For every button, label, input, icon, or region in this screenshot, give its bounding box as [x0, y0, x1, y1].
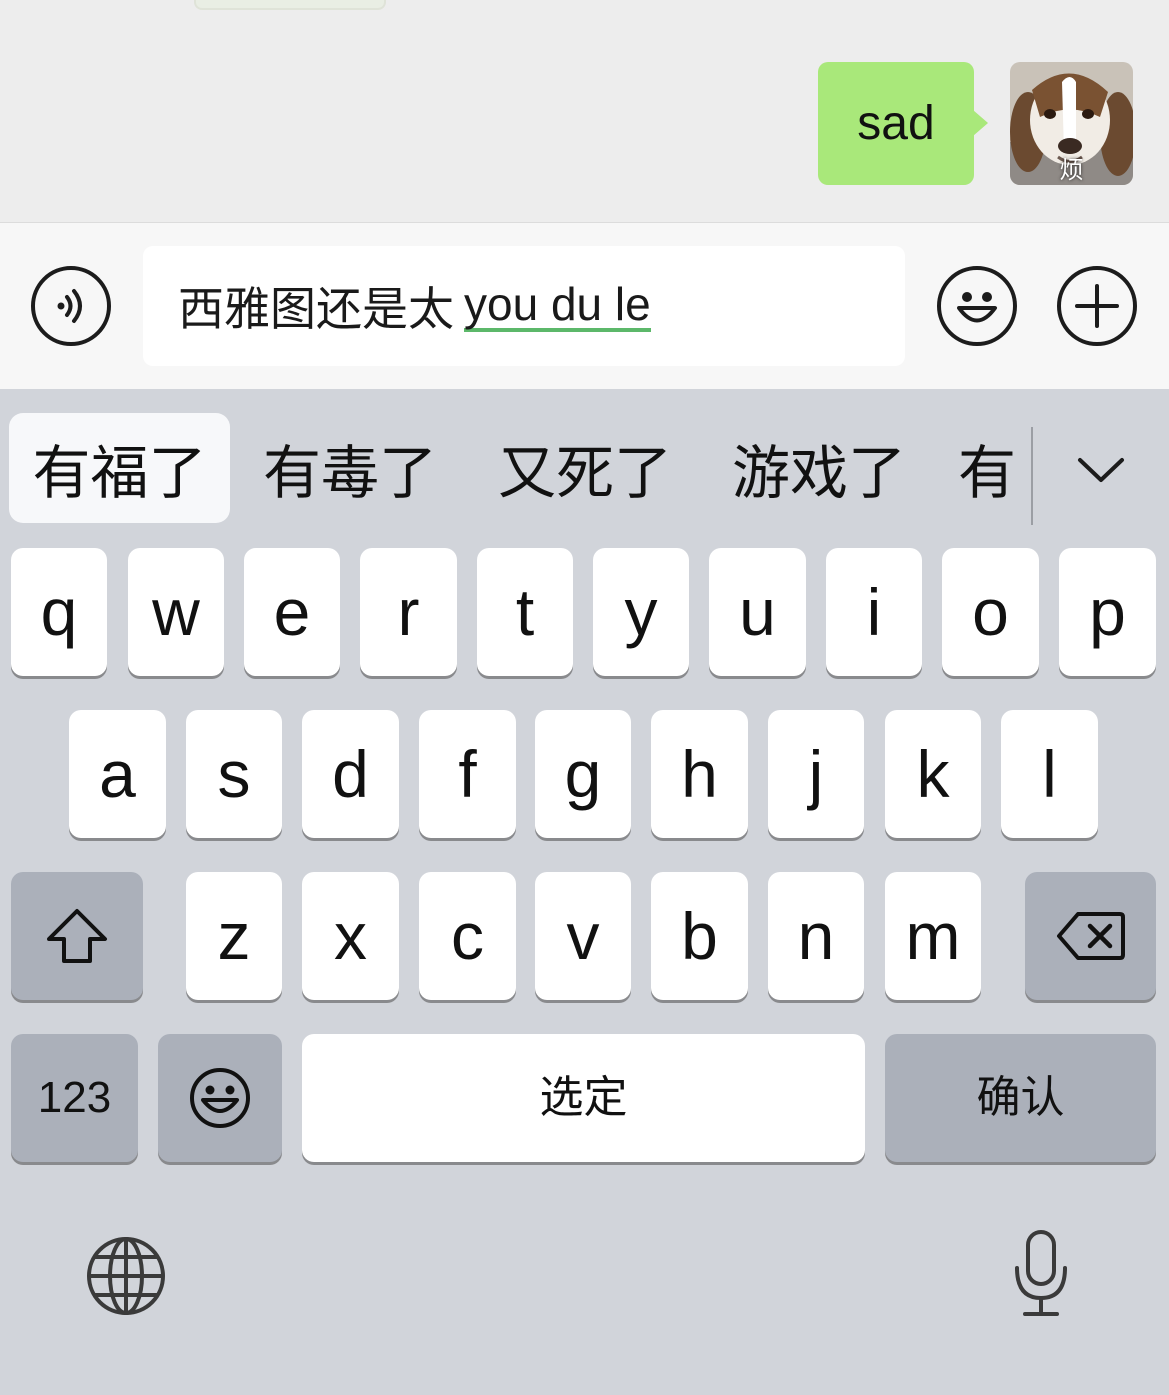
- key-q[interactable]: q: [11, 548, 107, 676]
- key-t[interactable]: t: [477, 548, 573, 676]
- emoji-keyboard-key[interactable]: [158, 1034, 282, 1162]
- key-f[interactable]: f: [419, 710, 516, 838]
- avatar-caption: 烦: [1059, 156, 1084, 184]
- key-w[interactable]: w: [128, 548, 224, 676]
- previous-message-edge: [194, 0, 386, 10]
- candidate-5[interactable]: 有: [958, 413, 1030, 523]
- input-bar: 西雅图还是太 you du le: [0, 222, 1169, 389]
- key-label: y: [624, 575, 658, 649]
- key-label: x: [334, 899, 367, 973]
- key-label: l: [1042, 737, 1057, 811]
- key-h[interactable]: h: [651, 710, 748, 838]
- key-l[interactable]: l: [1001, 710, 1098, 838]
- key-label: m: [905, 899, 961, 973]
- key-label: p: [1089, 575, 1126, 649]
- space-select-key[interactable]: 选定: [302, 1034, 865, 1162]
- avatar[interactable]: 烦: [1010, 62, 1133, 185]
- candidate-4[interactable]: 游戏了: [714, 413, 924, 523]
- candidate-label: 又死了: [497, 439, 672, 507]
- shift-icon: [47, 909, 107, 963]
- plus-icon: [1075, 284, 1119, 328]
- shift-key[interactable]: [11, 872, 143, 1000]
- candidate-label: 游戏了: [731, 439, 906, 507]
- composing-pinyin: you du le: [464, 280, 651, 333]
- expand-candidates-button[interactable]: [1066, 439, 1136, 499]
- key-p[interactable]: p: [1059, 548, 1156, 676]
- backspace-icon: [1056, 912, 1125, 960]
- message-text: sad: [857, 97, 935, 150]
- key-label: 选定: [539, 1072, 628, 1123]
- key-e[interactable]: e: [244, 548, 340, 676]
- key-d[interactable]: d: [302, 710, 399, 838]
- candidate-1[interactable]: 有福了: [9, 413, 230, 523]
- key-label: f: [458, 737, 477, 811]
- key-v[interactable]: v: [535, 872, 631, 1000]
- key-label: 123: [37, 1073, 112, 1122]
- key-b[interactable]: b: [651, 872, 748, 1000]
- numbers-key[interactable]: 123: [11, 1034, 138, 1162]
- candidate-3[interactable]: 又死了: [480, 413, 690, 523]
- sent-message-bubble[interactable]: sad: [818, 62, 988, 185]
- key-label: o: [972, 575, 1009, 649]
- confirm-key[interactable]: 确认: [885, 1034, 1156, 1162]
- chevron-down-icon: [1078, 458, 1124, 482]
- emoji-button[interactable]: [937, 266, 1017, 346]
- key-label: j: [808, 737, 824, 811]
- key-label: g: [564, 737, 602, 811]
- key-label: q: [40, 575, 78, 649]
- delete-key[interactable]: [1025, 872, 1156, 1000]
- voice-button[interactable]: [31, 266, 111, 346]
- key-label: v: [566, 899, 600, 973]
- key-label: k: [916, 737, 950, 811]
- microphone-icon: [1015, 1230, 1067, 1316]
- key-label: r: [397, 575, 420, 649]
- chat-area: sad 烦: [0, 0, 1169, 222]
- message-input[interactable]: 西雅图还是太 you du le: [143, 246, 905, 366]
- key-label: i: [866, 575, 882, 649]
- key-label: n: [797, 899, 835, 973]
- key-k[interactable]: k: [885, 710, 981, 838]
- globe-button[interactable]: [84, 1234, 168, 1318]
- key-label: 确认: [976, 1072, 1065, 1123]
- key-z[interactable]: z: [186, 872, 282, 1000]
- key-label: w: [152, 575, 200, 649]
- key-i[interactable]: i: [826, 548, 922, 676]
- voice-icon: [57, 289, 82, 323]
- key-label: z: [217, 899, 251, 973]
- key-o[interactable]: o: [942, 548, 1039, 676]
- key-label: u: [739, 575, 776, 649]
- emoji-icon: [190, 1068, 250, 1128]
- key-label: d: [332, 737, 369, 811]
- key-label: s: [217, 737, 251, 811]
- plus-button[interactable]: [1057, 266, 1137, 346]
- candidate-bar: 有福了 有毒了 又死了 游戏了 有: [0, 389, 1169, 537]
- key-label: e: [273, 575, 311, 649]
- emoji-icon: [957, 292, 997, 323]
- key-u[interactable]: u: [709, 548, 806, 676]
- key-a[interactable]: a: [69, 710, 166, 838]
- globe-icon: [87, 1237, 165, 1315]
- key-y[interactable]: y: [593, 548, 689, 676]
- key-r[interactable]: r: [360, 548, 457, 676]
- microphone-button[interactable]: [1000, 1228, 1082, 1320]
- candidate-divider: [1031, 427, 1033, 525]
- key-c[interactable]: c: [419, 872, 516, 1000]
- committed-text: 西雅图还是太: [178, 283, 454, 335]
- key-label: c: [451, 899, 484, 973]
- key-label: t: [515, 575, 535, 649]
- key-j[interactable]: j: [768, 710, 864, 838]
- key-label: b: [681, 899, 718, 973]
- key-g[interactable]: g: [535, 710, 631, 838]
- key-s[interactable]: s: [186, 710, 282, 838]
- candidate-label: 有毒了: [262, 439, 437, 507]
- key-x[interactable]: x: [302, 872, 399, 1000]
- key-n[interactable]: n: [768, 872, 864, 1000]
- key-label: h: [681, 737, 718, 811]
- key-m[interactable]: m: [885, 872, 981, 1000]
- candidate-2[interactable]: 有毒了: [245, 413, 455, 523]
- key-label: a: [99, 737, 136, 811]
- candidate-label: 有福了: [32, 439, 207, 507]
- candidate-label: 有: [958, 439, 1017, 507]
